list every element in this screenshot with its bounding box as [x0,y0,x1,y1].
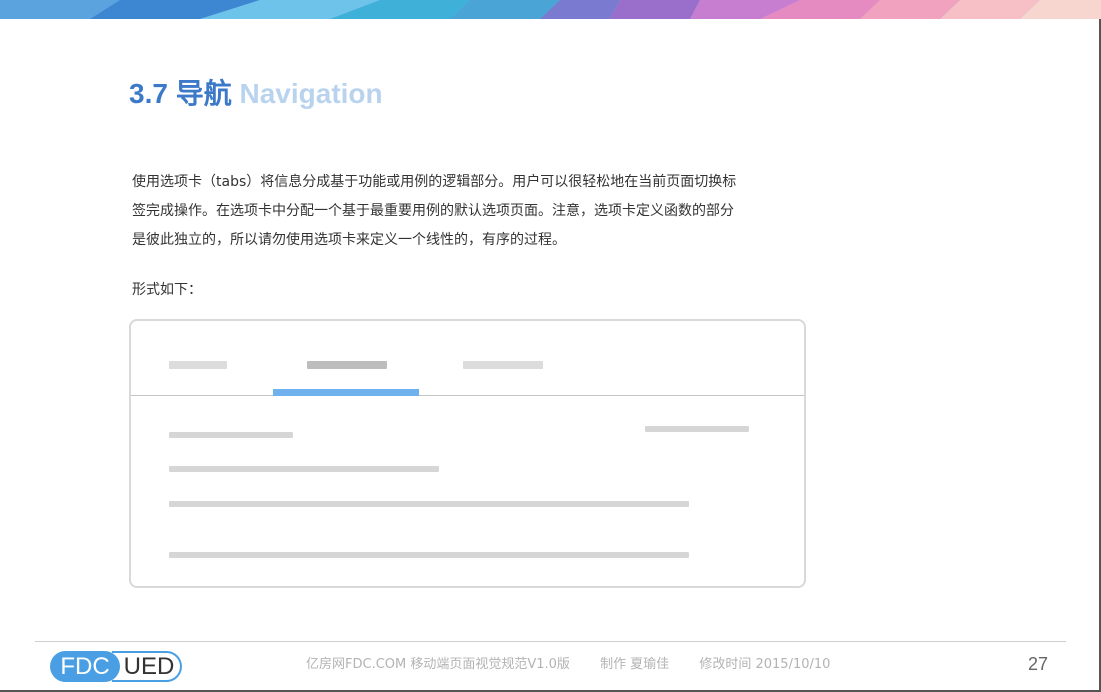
mock-tab-placeholder [463,361,543,369]
page-number: 27 [1028,654,1049,674]
intro-line: 是彼此独立的，所以请勿使用选项卡来定义一个线性的，有序的过程。 [132,232,566,248]
section-number-title: 3.7 导航 [129,78,232,109]
intro-paragraph: 使用选项卡（tabs）将信息分成基于功能或用例的逻辑部分。用户可以很轻松地在当前… [132,168,812,255]
mock-tab-bar [131,321,804,396]
footer-divider [35,641,1066,642]
form-label: 形式如下： [132,282,202,298]
section-english-title: Navigation [239,78,383,109]
logo-fdc-part: FDC [50,651,120,682]
decorative-banner [0,0,1101,19]
intro-line: 使用选项卡（tabs）将信息分成基于功能或用例的逻辑部分。用户可以很轻松地在当前… [132,174,737,190]
mock-tab-placeholder [169,361,227,369]
footer-author: 制作 夏瑜佳 [600,657,670,672]
footer-doc-name: 亿房网FDC.COM 移动端页面视觉规范V1.0版 [306,657,570,672]
mock-content-line [169,552,689,558]
mock-content-line [169,501,689,507]
tabs-example-mockup [129,319,806,588]
fdc-ued-logo: UED FDC [50,651,182,682]
mock-tab-indicator [273,389,419,396]
footer-modified-date: 修改时间 2015/10/10 [699,657,831,672]
mock-tab-placeholder-active [307,361,387,369]
intro-line: 签完成操作。在选项卡中分配一个基于最重要用例的默认选项页面。注意，选项卡定义函数… [132,203,734,219]
page-title: 3.7 导航 Navigation [129,76,383,112]
logo-ued-part: UED [112,651,182,682]
polygon-banner-graphic [0,0,1101,19]
mock-content-line [645,426,749,432]
mock-content-line [169,432,293,438]
footer-info: 亿房网FDC.COM 移动端页面视觉规范V1.0版 制作 夏瑜佳 修改时间 20… [306,656,830,674]
mock-content-line [169,466,439,472]
